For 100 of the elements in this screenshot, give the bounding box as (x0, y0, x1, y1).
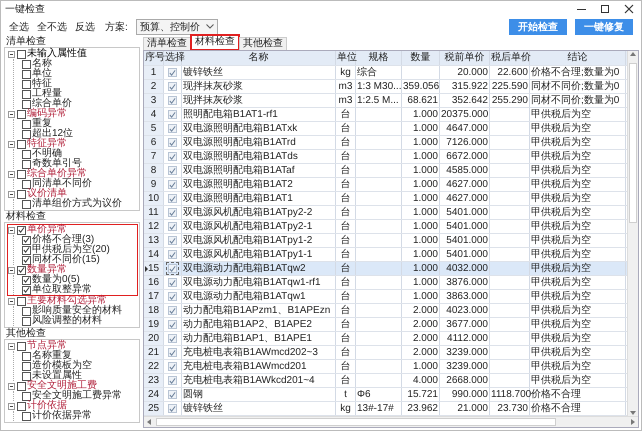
collapse-icon[interactable] (8, 342, 15, 350)
checkbox[interactable] (168, 362, 177, 371)
checkbox[interactable] (22, 80, 31, 88)
column-header[interactable]: 税前单价 (440, 51, 490, 65)
table-cell: 台 (336, 150, 356, 163)
tab[interactable]: 清单检查 (143, 37, 191, 50)
checkbox[interactable] (168, 166, 177, 175)
checkbox[interactable] (168, 194, 177, 203)
checkbox[interactable] (168, 334, 177, 343)
group-title: 清单检查 (5, 36, 47, 47)
checkbox[interactable] (168, 124, 177, 133)
checkbox[interactable] (22, 180, 31, 188)
checkbox[interactable] (22, 316, 31, 326)
checkbox[interactable] (168, 376, 177, 385)
checkbox[interactable] (22, 200, 31, 208)
checkbox[interactable] (22, 286, 31, 294)
scheme-dropdown[interactable]: 预算、控制价 (136, 18, 218, 34)
checkbox[interactable] (22, 120, 31, 128)
checkbox[interactable] (22, 362, 31, 370)
checkbox[interactable] (22, 412, 31, 420)
collapse-icon[interactable] (8, 226, 15, 234)
checkbox[interactable] (17, 170, 26, 178)
scroll-up-icon[interactable] (629, 51, 637, 57)
checkbox[interactable] (168, 222, 177, 231)
checkbox[interactable] (168, 390, 177, 399)
checkbox[interactable] (17, 226, 26, 234)
collapse-icon[interactable] (8, 110, 15, 118)
checkbox[interactable] (17, 140, 26, 148)
checkbox[interactable] (17, 50, 26, 58)
tab[interactable]: 其他检查 (239, 37, 287, 50)
checkbox[interactable] (22, 236, 31, 244)
checkbox[interactable] (22, 306, 31, 316)
checkbox[interactable] (168, 264, 177, 273)
checkbox[interactable] (168, 292, 177, 301)
collapse-icon[interactable] (8, 140, 15, 148)
checkbox[interactable] (22, 246, 31, 254)
checkbox[interactable] (168, 82, 177, 91)
checkbox[interactable] (168, 208, 177, 217)
toolbar-link[interactable]: 全选 (9, 20, 29, 34)
category-label: 特征异常 (27, 139, 67, 149)
checkbox[interactable] (17, 296, 26, 306)
row-number: 16 (144, 276, 164, 289)
vertical-scrollbar[interactable] (627, 51, 638, 416)
checkbox[interactable] (168, 236, 177, 245)
checkbox[interactable] (168, 138, 177, 147)
checkbox[interactable] (17, 110, 26, 118)
checkbox[interactable] (22, 392, 31, 400)
checkbox[interactable] (168, 404, 177, 413)
checkbox[interactable] (168, 278, 177, 287)
checkbox[interactable] (17, 190, 26, 198)
checkbox[interactable] (22, 150, 31, 158)
checkbox[interactable] (168, 110, 177, 119)
column-header[interactable]: 数量 (402, 51, 440, 65)
checkbox[interactable] (22, 276, 31, 284)
collapse-icon[interactable] (8, 50, 15, 58)
checkbox[interactable] (22, 90, 31, 98)
checkbox[interactable] (17, 402, 26, 410)
column-header[interactable]: 选择 (164, 51, 182, 65)
collapse-icon[interactable] (8, 190, 15, 198)
checkbox[interactable] (22, 60, 31, 68)
checkbox[interactable] (22, 352, 31, 360)
toolbar-link[interactable]: 反选 (75, 20, 95, 34)
horizontal-scrollbar[interactable] (144, 416, 638, 427)
collapse-icon[interactable] (8, 170, 15, 178)
checkbox[interactable] (168, 180, 177, 189)
checkbox[interactable] (168, 348, 177, 357)
checkbox[interactable] (168, 306, 177, 315)
checkbox[interactable] (168, 68, 177, 77)
table-cell: 255.290 (490, 94, 530, 107)
collapse-icon[interactable] (8, 382, 15, 390)
collapse-icon[interactable] (8, 298, 15, 304)
checkbox[interactable] (17, 342, 26, 350)
checkbox[interactable] (168, 320, 177, 329)
tab[interactable]: 材料检查 (191, 35, 239, 50)
collapse-icon[interactable] (8, 266, 15, 274)
table-cell: 6672.000 (440, 150, 490, 163)
checkbox[interactable] (168, 152, 177, 161)
checkbox[interactable] (22, 256, 31, 264)
checkbox[interactable] (22, 130, 31, 138)
checkbox[interactable] (22, 160, 31, 168)
table-cell: 1.000 (402, 122, 440, 135)
scroll-right-icon[interactable] (630, 418, 636, 426)
column-header[interactable]: 结论 (530, 51, 626, 65)
checkbox[interactable] (22, 372, 31, 380)
checkbox[interactable] (168, 250, 177, 259)
row-number: 7 (144, 150, 164, 163)
checkbox[interactable] (168, 96, 177, 105)
checkbox[interactable] (17, 382, 26, 390)
table-cell: 价格不合理;数量为0 (530, 66, 626, 79)
toolbar-link[interactable]: 全不选 (37, 20, 67, 34)
collapse-icon[interactable] (8, 402, 15, 410)
table-cell: 价格不合理 (530, 402, 626, 415)
column-header[interactable]: 序号 (144, 51, 164, 65)
column-header[interactable]: 规格 (356, 51, 402, 65)
checkbox[interactable] (22, 100, 31, 108)
column-header[interactable]: 单位 (336, 51, 356, 65)
scroll-left-icon[interactable] (146, 418, 152, 426)
checkbox[interactable] (17, 266, 26, 274)
checkbox[interactable] (22, 70, 31, 78)
column-header[interactable]: 税后单价 (490, 51, 530, 65)
